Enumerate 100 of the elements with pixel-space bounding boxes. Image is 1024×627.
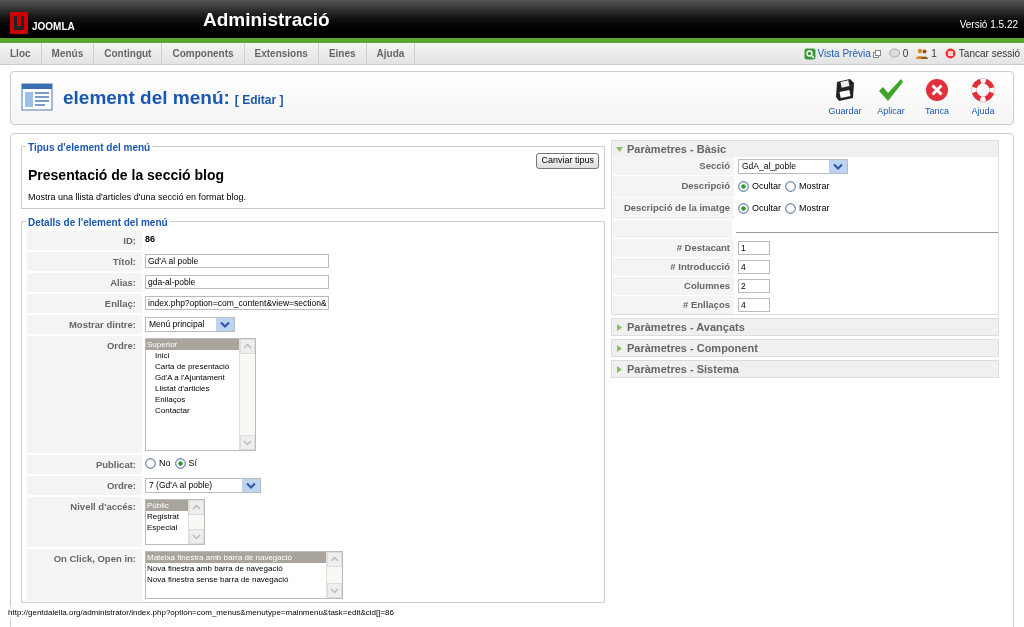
- menu-item[interactable]: Ajuda: [366, 43, 416, 64]
- param-label: # Introducció: [670, 259, 730, 274]
- radio-label: Sí: [188, 457, 198, 470]
- scrollbar[interactable]: [188, 500, 204, 544]
- radio-label: No: [159, 457, 171, 470]
- param-label: Secció: [699, 158, 730, 173]
- param-label: Descripció de la imatge: [623, 201, 730, 216]
- list-option[interactable]: Carta de presentació: [146, 361, 239, 372]
- input-field[interactable]: Gd'A al poble: [145, 254, 329, 268]
- radio-button[interactable]: [785, 203, 796, 214]
- apply-button[interactable]: Aplicar: [871, 77, 911, 119]
- menu-item[interactable]: Components: [162, 43, 245, 64]
- header-title: Administració: [203, 8, 330, 32]
- radio-label: Mostrar: [799, 179, 830, 193]
- menu-item[interactable]: Extensions: [244, 43, 319, 64]
- scroll-up-icon[interactable]: [240, 339, 255, 354]
- users-count: 1: [931, 47, 937, 61]
- logout-icon: [944, 48, 956, 59]
- messages-count: 0: [902, 47, 909, 61]
- help-button[interactable]: Ajuda: [963, 77, 1003, 119]
- save-button[interactable]: Guardar: [825, 77, 865, 119]
- radio-label: Mostrar: [799, 201, 830, 215]
- field-label: Nivell d'accés:: [70, 500, 136, 514]
- input-field[interactable]: 2: [738, 279, 770, 293]
- input-field[interactable]: 1: [738, 241, 770, 255]
- logout-link[interactable]: Tancar sessió: [958, 46, 1020, 61]
- list-option[interactable]: Llistat d'articles: [146, 383, 239, 394]
- users-icon: [916, 48, 929, 59]
- list-box[interactable]: Públic Registrat Especial: [145, 499, 205, 545]
- scrollbar[interactable]: [239, 339, 255, 450]
- scroll-up-icon[interactable]: [327, 552, 342, 567]
- field-label: Ordre:: [106, 479, 136, 493]
- radio-button[interactable]: [738, 181, 749, 192]
- input-field[interactable]: gda-al-poble: [145, 275, 329, 289]
- list-box[interactable]: Superior Inici Carta de presentació Gd'A a l'Ajuntament Llistat d'articles Enllaços Contactar: [145, 338, 256, 451]
- dropdown[interactable]: GdA_al_poble: [738, 158, 848, 174]
- field-label: Alias:: [110, 276, 136, 290]
- preview-link[interactable]: Vista Prèvia: [817, 46, 871, 61]
- type-heading: Presentació de la secció blog: [28, 166, 226, 185]
- list-option[interactable]: Gd'A a l'Ajuntament: [146, 372, 239, 383]
- input-field[interactable]: index.php?option=com_content&view=section&: [145, 296, 329, 310]
- page-subtitle: [ Editar ]: [234, 91, 284, 109]
- checkmark-icon: [878, 77, 904, 102]
- version-text: Versió 1.5.22: [959, 18, 1018, 32]
- scroll-down-icon[interactable]: [327, 583, 342, 598]
- input-field[interactable]: 4: [738, 298, 770, 312]
- menu-item[interactable]: Contingut: [94, 43, 163, 64]
- radio-button[interactable]: [738, 203, 749, 214]
- expanded-arrow-icon: [616, 145, 623, 153]
- new-window-icon: [872, 49, 881, 58]
- param-label: # Enllaços: [683, 297, 730, 312]
- field-label: ID:: [123, 234, 136, 248]
- scroll-up-icon[interactable]: [189, 500, 204, 515]
- list-option[interactable]: Registrat: [146, 511, 188, 522]
- scroll-down-icon[interactable]: [189, 529, 204, 544]
- radio-button[interactable]: [174, 458, 186, 470]
- page-title: element del menú:: [63, 85, 230, 110]
- list-option[interactable]: Nova finestra amb barra de navegació: [146, 563, 326, 574]
- input-field[interactable]: 4: [738, 260, 770, 274]
- accordion-header[interactable]: Paràmetres - Component: [612, 340, 998, 356]
- menu-item-icon: [21, 82, 53, 114]
- field-label: Títol:: [112, 255, 136, 269]
- list-option[interactable]: Especial: [146, 522, 188, 533]
- param-label: Descripció: [681, 179, 730, 194]
- field-label: Publicat:: [95, 458, 136, 472]
- accordion-header[interactable]: Paràmetres - Avançats: [612, 319, 998, 335]
- list-option[interactable]: Enllaços: [146, 394, 239, 405]
- menu-item[interactable]: Menús: [41, 43, 95, 64]
- field-label: On Click, Open in:: [53, 552, 136, 566]
- dropdown[interactable]: Menú principal: [145, 317, 235, 332]
- fieldset-legend: Tipus d'element del menú: [26, 140, 153, 155]
- search-icon: [803, 47, 816, 60]
- logo-text: JOOMLA: [32, 20, 75, 34]
- floppy-icon: [834, 77, 856, 102]
- close-icon: [925, 77, 949, 102]
- param-label: # Destacant: [676, 240, 730, 255]
- radio-label: Ocultar: [752, 179, 781, 193]
- list-option[interactable]: Nova finestra sense barra de navegació: [146, 574, 326, 585]
- menu-item[interactable]: Lloc: [0, 43, 42, 64]
- logo-icon: [10, 12, 28, 34]
- list-option[interactable]: Inici: [146, 350, 239, 361]
- accordion-header[interactable]: Paràmetres - Bàsic: [612, 141, 998, 157]
- list-option[interactable]: Contactar: [146, 405, 239, 416]
- collapsed-arrow-icon: [616, 344, 623, 352]
- menu-item[interactable]: Eines: [318, 43, 367, 64]
- collapsed-arrow-icon: [616, 323, 623, 331]
- radio-button[interactable]: [785, 181, 796, 192]
- id-value: 86: [145, 233, 155, 246]
- scrollbar[interactable]: [326, 552, 342, 598]
- scroll-down-icon[interactable]: [240, 435, 255, 450]
- list-box[interactable]: Mateixa finestra amb barra de navegació Nova finestra amb barra de navegació Nova finestra sense barra de navegació: [145, 551, 343, 599]
- accordion-header[interactable]: Paràmetres - Sistema: [612, 361, 998, 377]
- change-type-button[interactable]: Canviar tipus: [536, 153, 599, 169]
- radio-label: Ocultar: [752, 201, 781, 215]
- field-label: Ordre:: [106, 339, 136, 353]
- radio-button[interactable]: [145, 458, 156, 470]
- dropdown[interactable]: 7 (Gd'A al poble): [145, 478, 261, 493]
- lifebuoy-icon: [971, 77, 995, 102]
- close-button[interactable]: Tanca: [917, 77, 957, 119]
- field-label: Enllaç:: [104, 297, 136, 311]
